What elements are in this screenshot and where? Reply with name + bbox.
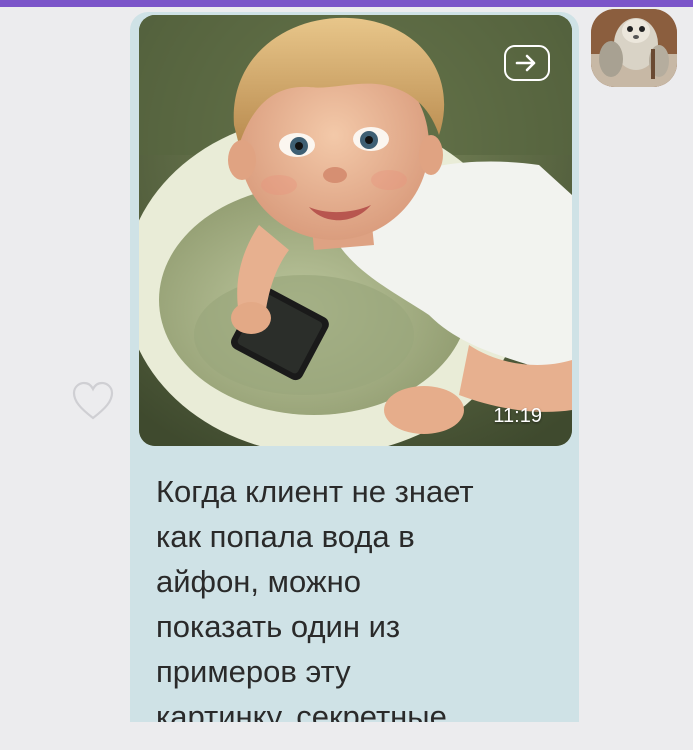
message-timestamp: 11:19: [493, 405, 542, 427]
share-arrow-icon[interactable]: [504, 45, 550, 81]
message-text: Когда клиент не знает как попала вода в …: [156, 474, 474, 727]
top-accent-bar: [0, 0, 693, 7]
bottom-area: [0, 722, 693, 750]
message-bubble[interactable]: 11:19 Когда клиент не знает как попала в…: [130, 12, 579, 727]
like-heart-icon[interactable]: [70, 380, 116, 422]
message-photo[interactable]: 11:19: [139, 15, 572, 446]
sender-avatar[interactable]: [591, 9, 677, 87]
